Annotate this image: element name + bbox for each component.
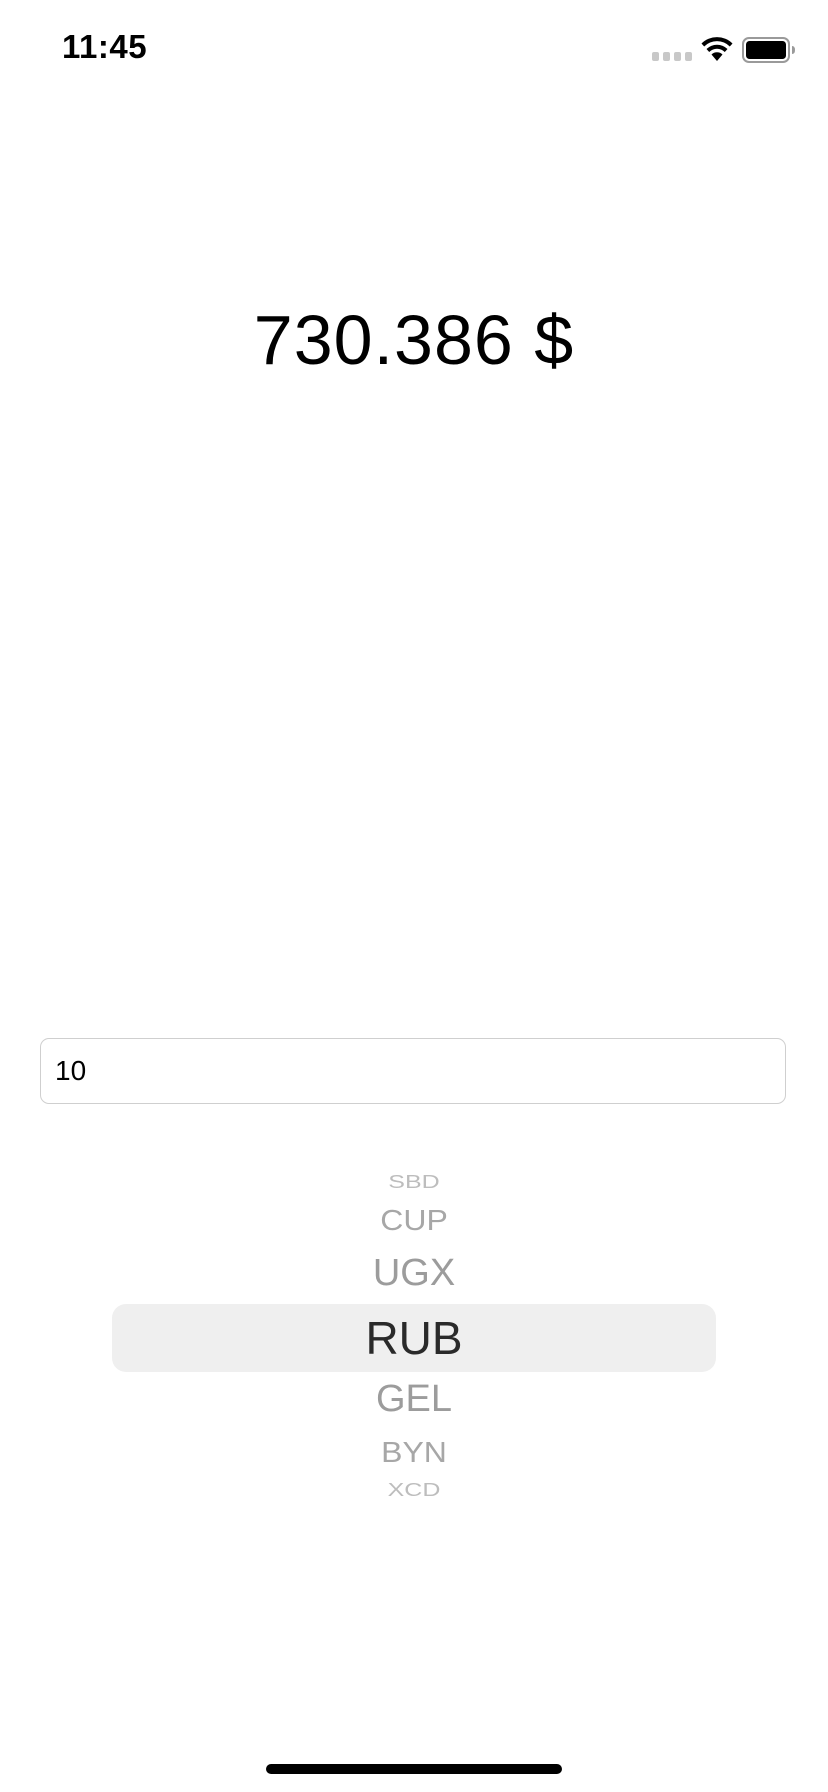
picker-option[interactable]: SBD bbox=[0, 1173, 828, 1192]
battery-icon bbox=[742, 37, 795, 63]
picker-row-partial: ​ bbox=[0, 1160, 828, 1161]
picker-option[interactable]: CUP bbox=[0, 1206, 828, 1235]
picker-option-selected[interactable]: RUB bbox=[0, 1315, 828, 1361]
picker-row-partial: ​ bbox=[0, 1512, 828, 1520]
conversion-result: 730.386 $ bbox=[253, 301, 575, 379]
amount-input[interactable] bbox=[40, 1038, 786, 1104]
picker-option[interactable]: BYN bbox=[0, 1438, 828, 1467]
wifi-icon bbox=[701, 37, 733, 61]
picker-option[interactable]: UGX bbox=[0, 1254, 828, 1292]
picker-option[interactable]: GEL bbox=[0, 1380, 828, 1418]
picker-option[interactable]: XCD bbox=[0, 1481, 828, 1500]
cellular-signal-icon bbox=[652, 52, 692, 61]
currency-picker[interactable]: ​ SBD CUP UGX RUB GEL BYN XCD ​ bbox=[0, 1160, 828, 1520]
home-indicator[interactable] bbox=[266, 1764, 562, 1774]
status-bar: 11:45 bbox=[0, 0, 828, 100]
status-time: 11:45 bbox=[62, 28, 148, 65]
